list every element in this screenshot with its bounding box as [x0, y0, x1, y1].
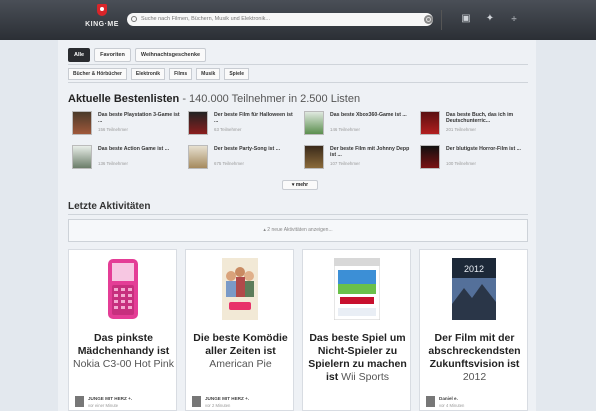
card-user: JUNGE MIT HERZ +. vor einer Minute [75, 396, 175, 410]
bestlists-heading: Aktuelle Bestenlisten - 140.000 Teilnehm… [68, 93, 360, 105]
category-spiele[interactable]: Spiele [224, 68, 250, 80]
divider [68, 214, 528, 215]
username[interactable]: JUNGE MIT HERZ +. [88, 396, 132, 401]
bestlist-participants: 156 Teilnehmer [98, 127, 128, 132]
card-title-text: Die beste Komödie aller Zeiten ist [193, 332, 288, 357]
filter-tabs: Alle Favoriten Weihnachtsgeschenke [68, 48, 207, 62]
avatar[interactable] [192, 396, 201, 407]
bestlist-title: Der beste Film für Halloween ist ... [214, 112, 293, 124]
bestlist-participants: 675 Teilnehmer [214, 161, 244, 166]
activity-heading: Letzte Aktivitäten [68, 201, 151, 212]
top-bar: KING·ME Suche nach Filmen, Büchern, Musi… [0, 0, 596, 40]
activity-card[interactable]: Das beste Spiel um Nicht-Spieler zu Spie… [302, 249, 411, 411]
crown-icon [97, 4, 107, 16]
bestlist-title: Der beste Film mit Johnny Depp ist ... [330, 146, 410, 158]
card-title: Das beste Spiel um Nicht-Spieler zu Spie… [307, 332, 408, 384]
search-submit-button[interactable] [424, 15, 433, 24]
bestlist-item[interactable]: Der beste Film für Halloween ist ... 63 … [188, 111, 300, 137]
bestlist-item[interactable]: Der beste Film mit Johnny Depp ist ... 1… [304, 145, 416, 171]
notice-label: 2 neue Aktivitäten anzeigen... [267, 227, 333, 233]
bestlists-subtitle: - 140.000 Teilnehmer in 2.500 Listen [179, 93, 361, 105]
activity-card[interactable]: Die beste Komödie aller Zeiten ist Ameri… [185, 249, 294, 411]
bestlist-item[interactable]: Das beste Playstation 3-Game ist ... 156… [72, 111, 184, 137]
bestlist-participants: 201 Teilnehmer [446, 127, 476, 132]
search-placeholder: Suche nach Filmen, Büchern, Musik und El… [141, 16, 271, 22]
bestlist-title: Der blutigste Horror-Film ist ... [446, 146, 521, 152]
timestamp: vor 4 Minuten [439, 403, 465, 408]
new-activities-notice[interactable]: ▴ 2 neue Aktivitäten anzeigen... [68, 219, 528, 242]
bestlist-item[interactable]: Der blutigste Horror-Film ist ... 100 Te… [420, 145, 532, 171]
card-product-name[interactable]: Nokia C3-00 Hot Pink [73, 358, 174, 370]
username[interactable]: JUNGE MIT HERZ +. [205, 396, 249, 401]
film-cover-thumbnail [420, 145, 440, 169]
card-user: JUNGE MIT HERZ +. vor 2 Minuten [192, 396, 292, 410]
card-title-text: Der Film mit der abschreckendsten Zukunf… [428, 332, 521, 370]
book-cover-thumbnail [420, 111, 440, 135]
card-title: Das pinkste Mädchenhandy ist Nokia C3-00… [73, 332, 174, 371]
tab-weihnachtsgeschenke[interactable]: Weihnachtsgeschenke [134, 48, 207, 62]
game-cover-thumbnail [72, 111, 92, 135]
card-user: Daniel e. vor 4 Minuten [426, 396, 526, 410]
bestlist-participants: 146 Teilnehmer [330, 127, 360, 132]
music-cover-thumbnail [188, 145, 208, 169]
svg-text:2012: 2012 [463, 264, 483, 274]
search-icon [131, 16, 137, 22]
activity-card[interactable]: Das pinkste Mädchenhandy ist Nokia C3-00… [68, 249, 177, 411]
category-musik[interactable]: Musik [196, 68, 221, 80]
card-product-name[interactable]: 2012 [463, 371, 486, 383]
game-box-image [333, 258, 380, 320]
category-buecher[interactable]: Bücher & Hörbücher [68, 68, 127, 80]
phone-image [107, 259, 138, 319]
card-title: Der Film mit der abschreckendsten Zukunf… [424, 332, 525, 384]
dvd-cover-image [221, 258, 258, 320]
divider [68, 64, 528, 65]
bestlists-title: Aktuelle Bestenlisten [68, 93, 180, 105]
card-title: Die beste Komödie aller Zeiten ist Ameri… [190, 332, 291, 371]
divider [441, 10, 442, 30]
more-button[interactable]: ▾ mehr [282, 180, 318, 190]
category-elektronik[interactable]: Elektronik [130, 68, 166, 80]
divider [68, 82, 528, 83]
film-cover-thumbnail [304, 145, 324, 169]
bestlist-item[interactable]: Das beste Xbox360-Game ist ... 146 Teiln… [304, 111, 416, 137]
activity-card[interactable]: 2012 Der Film mit der abschreckendsten Z… [419, 249, 528, 411]
bestlist-participants: 107 Teilnehmer [330, 161, 360, 166]
bestlist-item[interactable]: Das beste Action Game ist ... 136 Teilne… [72, 145, 184, 171]
game-cover-thumbnail [304, 111, 324, 135]
card-title-text: Das pinkste Mädchenhandy ist [77, 332, 170, 357]
bestlist-participants: 63 Teilnehmer [214, 127, 242, 132]
search-input[interactable]: Suche nach Filmen, Büchern, Musik und El… [127, 13, 433, 26]
bestlist-participants: 100 Teilnehmer [446, 161, 476, 166]
username[interactable]: Daniel e. [439, 396, 458, 401]
more-label: mehr [295, 182, 309, 188]
timestamp: vor 2 Minuten [205, 403, 231, 408]
pin-icon[interactable]: ✦ [484, 13, 496, 25]
king-me-logo[interactable]: KING·ME [84, 4, 120, 28]
bestlist-item[interactable]: Das beste Buch, das ich im Deutschunterr… [420, 111, 532, 137]
bestlist-title: Das beste Buch, das ich im Deutschunterr… [446, 112, 514, 124]
bestlist-title: Das beste Playstation 3-Game ist ... [98, 112, 180, 124]
bestlist-title: Das beste Action Game ist ... [98, 146, 170, 152]
card-product-name[interactable]: Wii Sports [341, 371, 389, 383]
dvd-cover-image: 2012 [451, 258, 496, 320]
bestlist-title: Das beste Xbox360-Game ist ... [330, 112, 407, 118]
bestlist-participants: 136 Teilnehmer [98, 161, 128, 166]
game-cover-thumbnail [72, 145, 92, 169]
timestamp: vor einer Minute [88, 403, 119, 408]
avatar[interactable] [75, 396, 84, 407]
tab-favoriten[interactable]: Favoriten [94, 48, 131, 62]
tab-alle[interactable]: Alle [68, 48, 91, 62]
bestlist-title: Der beste Party-Song ist ... [214, 146, 281, 152]
card-product-name[interactable]: American Pie [209, 358, 271, 370]
cart-icon[interactable]: ⧾ [508, 13, 520, 25]
category-films[interactable]: Films [169, 68, 193, 80]
film-cover-thumbnail [188, 111, 208, 135]
avatar[interactable] [426, 396, 435, 407]
logo-text: KING·ME [85, 21, 119, 28]
category-tabs: Bücher & Hörbücher Elektronik Films Musi… [68, 68, 250, 80]
user-icon[interactable]: ▣ [460, 13, 472, 25]
bestlist-item[interactable]: Der beste Party-Song ist ... 675 Teilneh… [188, 145, 300, 171]
